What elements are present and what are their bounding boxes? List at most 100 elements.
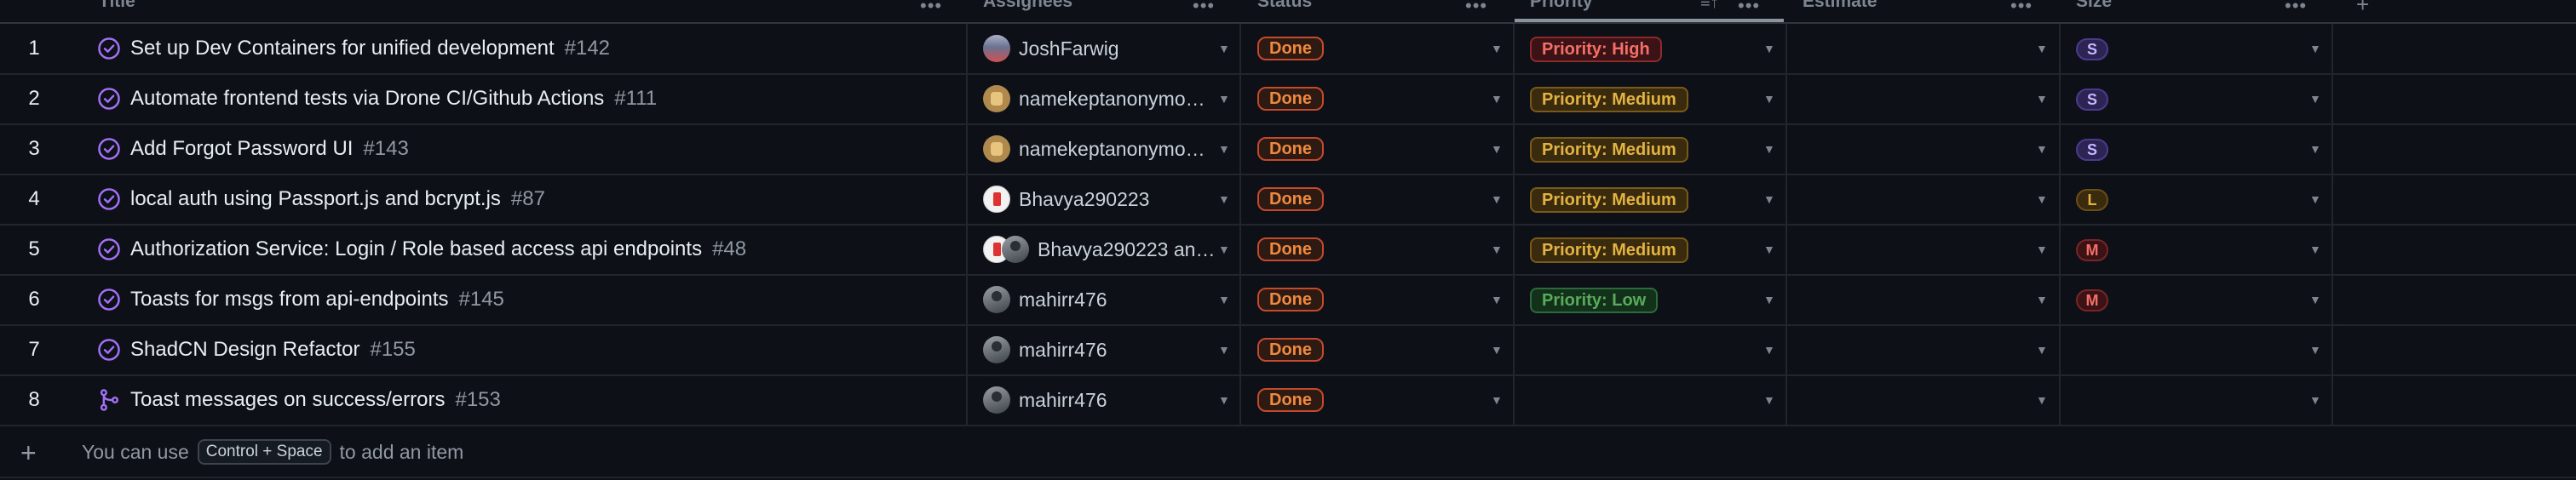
chevron-down-icon[interactable]: ▼ xyxy=(1763,174,1775,224)
kebab-icon[interactable]: ••• xyxy=(1193,0,1215,17)
table-row[interactable]: 1 Set up Dev Containers for unified devel… xyxy=(0,24,2576,75)
item-title-link[interactable]: Set up Dev Containers for unified develo… xyxy=(130,37,555,60)
assignee-cell[interactable]: mahirr476 xyxy=(983,275,1107,324)
chevron-down-icon[interactable]: ▼ xyxy=(1491,124,1503,174)
chevron-down-icon[interactable]: ▼ xyxy=(1763,375,1775,425)
chevron-down-icon[interactable]: ▼ xyxy=(1491,275,1503,324)
chevron-down-icon[interactable]: ▼ xyxy=(1218,74,1230,123)
chevron-down-icon[interactable]: ▼ xyxy=(1763,225,1775,274)
chevron-down-icon[interactable]: ▼ xyxy=(1763,275,1775,324)
item-number: #48 xyxy=(712,237,747,260)
check-circle-icon xyxy=(97,338,121,362)
size-badge: M xyxy=(2076,289,2108,311)
column-priority-label: Priority xyxy=(1530,0,1593,11)
chevron-down-icon[interactable]: ▼ xyxy=(1491,24,1503,73)
column-header-status[interactable]: Status xyxy=(1257,0,1312,22)
chevron-down-icon[interactable]: ▼ xyxy=(1491,325,1503,374)
chevron-down-icon[interactable]: ▼ xyxy=(1218,375,1230,425)
chevron-down-icon[interactable]: ▼ xyxy=(1491,375,1503,425)
column-header-estimate[interactable]: Estimate xyxy=(1803,0,1877,22)
chevron-down-icon[interactable]: ▼ xyxy=(1218,124,1230,174)
chevron-down-icon[interactable]: ▼ xyxy=(2036,124,2048,174)
chevron-down-icon[interactable]: ▼ xyxy=(2036,375,2048,425)
status-badge: Done xyxy=(1257,237,1324,261)
item-title-link[interactable]: Authorization Service: Login / Role base… xyxy=(130,237,702,261)
chevron-down-icon[interactable]: ▼ xyxy=(2309,375,2321,425)
item-title-link[interactable]: Add Forgot Password UI xyxy=(130,137,353,161)
row-number: 3 xyxy=(28,137,40,160)
item-title-link[interactable]: local auth using Passport.js and bcrypt.… xyxy=(130,187,501,211)
sort-desc-icon[interactable]: ≡↑ xyxy=(1700,0,1719,13)
chevron-down-icon[interactable]: ▼ xyxy=(2309,124,2321,174)
chevron-down-icon[interactable]: ▼ xyxy=(1218,325,1230,374)
chevron-down-icon[interactable]: ▼ xyxy=(2036,174,2048,224)
kebab-icon[interactable]: ••• xyxy=(2010,0,2033,17)
table-row[interactable]: 7 ShadCN Design Refactor #155 mahirr476 ▼ Don… xyxy=(0,325,2576,376)
chevron-down-icon[interactable]: ▼ xyxy=(1218,225,1230,274)
table-row[interactable]: 4 local auth using Passport.js and bcrypt… xyxy=(0,174,2576,226)
assignee-cell[interactable]: mahirr476 xyxy=(983,375,1107,425)
chevron-down-icon[interactable]: ▼ xyxy=(2036,24,2048,73)
table-row[interactable]: 6 Toasts for msgs from api-endpoints #145 m… xyxy=(0,275,2576,326)
chevron-down-icon[interactable]: ▼ xyxy=(2036,275,2048,324)
item-title-cell[interactable]: Set up Dev Containers for unified develo… xyxy=(130,24,610,73)
table-row[interactable]: 5 Authorization Service: Login / Role bas… xyxy=(0,225,2576,276)
size-badge: M xyxy=(2076,239,2108,261)
item-title-link[interactable]: Automate frontend tests via Drone CI/Git… xyxy=(130,87,604,111)
column-header-assignees[interactable]: Assignees xyxy=(983,0,1072,22)
table-row[interactable]: 8 Toast messages on success/errors #153 mah… xyxy=(0,375,2576,426)
kebab-icon[interactable]: ••• xyxy=(2285,0,2307,17)
item-title-cell[interactable]: Toasts for msgs from api-endpoints #145 xyxy=(130,275,504,324)
assignee-cell[interactable]: JoshFarwig xyxy=(983,24,1119,73)
chevron-down-icon[interactable]: ▼ xyxy=(1763,74,1775,123)
chevron-down-icon[interactable]: ▼ xyxy=(1763,24,1775,73)
sorted-column-indicator xyxy=(1515,19,1784,22)
chevron-down-icon[interactable]: ▼ xyxy=(2036,225,2048,274)
chevron-down-icon[interactable]: ▼ xyxy=(2309,325,2321,374)
assignee-cell[interactable]: mahirr476 xyxy=(983,325,1107,374)
kebab-icon[interactable]: ••• xyxy=(1738,0,1760,17)
item-number: #145 xyxy=(458,288,504,311)
item-title-cell[interactable]: local auth using Passport.js and bcrypt.… xyxy=(130,174,545,224)
assignee-cell[interactable]: Bhavya290223 xyxy=(983,174,1149,224)
table-row[interactable]: 2 Automate frontend tests via Drone CI/Gi… xyxy=(0,74,2576,125)
chevron-down-icon[interactable]: ▼ xyxy=(1218,174,1230,224)
table-row[interactable]: 3 Add Forgot Password UI #143 namekeptanony… xyxy=(0,124,2576,175)
chevron-down-icon[interactable]: ▼ xyxy=(2309,74,2321,123)
item-title-link[interactable]: Toasts for msgs from api-endpoints xyxy=(130,288,449,311)
priority-badge: Priority: High xyxy=(1530,37,1662,62)
item-title-link[interactable]: ShadCN Design Refactor xyxy=(130,338,359,362)
column-status-label: Status xyxy=(1257,0,1313,11)
chevron-down-icon[interactable]: ▼ xyxy=(1763,124,1775,174)
chevron-down-icon[interactable]: ▼ xyxy=(2309,275,2321,324)
assignee-cell[interactable]: namekeptanonymo… xyxy=(983,124,1205,174)
chevron-down-icon[interactable]: ▼ xyxy=(1763,325,1775,374)
chevron-down-icon[interactable]: ▼ xyxy=(2309,24,2321,73)
column-header-size[interactable]: Size xyxy=(2076,0,2112,22)
item-title-cell[interactable]: Add Forgot Password UI #143 xyxy=(130,124,409,174)
chevron-down-icon[interactable]: ▼ xyxy=(1218,24,1230,73)
check-circle-icon xyxy=(97,237,121,261)
plus-icon[interactable]: + xyxy=(20,437,37,469)
item-title-link[interactable]: Toast messages on success/errors xyxy=(130,388,445,412)
add-field-plus-icon[interactable]: + xyxy=(2356,0,2369,18)
chevron-down-icon[interactable]: ▼ xyxy=(2036,74,2048,123)
item-title-cell[interactable]: Authorization Service: Login / Role base… xyxy=(130,225,746,274)
chevron-down-icon[interactable]: ▼ xyxy=(1218,275,1230,324)
chevron-down-icon[interactable]: ▼ xyxy=(2309,174,2321,224)
item-title-cell[interactable]: Toast messages on success/errors #153 xyxy=(130,375,501,425)
chevron-down-icon[interactable]: ▼ xyxy=(1491,74,1503,123)
assignee-cell[interactable]: namekeptanonymo… xyxy=(983,74,1205,123)
chevron-down-icon[interactable]: ▼ xyxy=(2036,325,2048,374)
kebab-icon[interactable]: ••• xyxy=(1465,0,1487,17)
item-title-cell[interactable]: Automate frontend tests via Drone CI/Git… xyxy=(130,74,657,123)
column-size-label: Size xyxy=(2076,0,2113,11)
add-item-row[interactable]: + You can use Control + Space to add an … xyxy=(0,427,2576,478)
chevron-down-icon[interactable]: ▼ xyxy=(1491,174,1503,224)
item-title-cell[interactable]: ShadCN Design Refactor #155 xyxy=(130,325,416,374)
column-header-title[interactable]: Title xyxy=(99,0,135,22)
chevron-down-icon[interactable]: ▼ xyxy=(1491,225,1503,274)
kebab-icon[interactable]: ••• xyxy=(920,0,942,17)
assignee-cell[interactable]: Bhavya290223 an… xyxy=(983,225,1215,274)
chevron-down-icon[interactable]: ▼ xyxy=(2309,225,2321,274)
